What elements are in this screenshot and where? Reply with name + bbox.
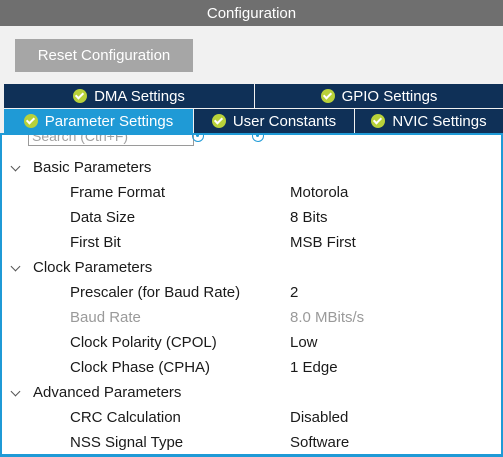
search-next-icon[interactable] <box>252 135 264 142</box>
param-value[interactable]: Motorola <box>290 180 348 205</box>
param-name: CRC Calculation <box>70 409 181 426</box>
param-name: NSS Signal Type <box>70 434 184 451</box>
param-name: Prescaler (for Baud Rate) <box>70 284 241 301</box>
group-label: Advanced Parameters <box>33 384 182 401</box>
search-prev-icon[interactable] <box>192 135 204 142</box>
tab-parameter-settings[interactable]: Parameter Settings <box>4 109 193 133</box>
search-bar <box>0 135 503 153</box>
group-basic-parameters[interactable]: Basic Parameters <box>0 155 503 180</box>
check-icon <box>320 89 335 103</box>
param-row[interactable]: First Bit MSB First <box>0 230 503 255</box>
param-name: Clock Polarity (CPOL) <box>70 334 217 351</box>
param-value[interactable]: Disabled <box>290 405 348 430</box>
param-value: 8.0 MBits/s <box>290 309 365 326</box>
tab-label: DMA Settings <box>94 88 185 105</box>
param-value[interactable]: Software <box>290 430 349 455</box>
group-label: Clock Parameters <box>33 259 153 276</box>
check-icon <box>211 114 226 128</box>
tab-label: GPIO Settings <box>341 88 438 105</box>
param-value[interactable]: 2 <box>290 280 298 305</box>
param-row[interactable]: Frame Format Motorola <box>0 180 503 205</box>
tab-user-constants[interactable]: User Constants <box>194 109 354 133</box>
param-name: Baud Rate <box>70 309 141 326</box>
param-value[interactable]: MSB First <box>290 230 356 255</box>
chevron-down-icon[interactable] <box>10 261 21 272</box>
reset-configuration-button[interactable]: Reset Configuration <box>15 39 193 72</box>
panel-title: Configuration <box>0 0 503 26</box>
tab-label: Parameter Settings <box>44 113 174 130</box>
param-row[interactable]: Clock Polarity (CPOL) Low <box>0 330 503 355</box>
param-name: Clock Phase (CPHA) <box>70 359 211 376</box>
panel-left-border <box>0 135 2 457</box>
param-name: Data Size <box>70 209 136 226</box>
tab-gpio-settings[interactable]: GPIO Settings <box>255 84 503 108</box>
param-row[interactable]: NSS Signal Type Software <box>0 430 503 455</box>
tab-label: User Constants <box>232 113 337 130</box>
param-row[interactable]: Clock Phase (CPHA) 1 Edge <box>0 355 503 380</box>
param-value[interactable]: Low <box>290 330 318 355</box>
param-value[interactable]: 8 Bits <box>290 205 328 230</box>
tab-label: NVIC Settings <box>392 113 487 130</box>
param-value[interactable]: 1 Edge <box>290 355 338 380</box>
group-advanced-parameters[interactable]: Advanced Parameters <box>0 380 503 405</box>
check-icon <box>23 114 38 128</box>
check-icon <box>371 114 386 128</box>
param-row: Baud Rate 8.0 MBits/s <box>0 305 503 330</box>
group-label: Basic Parameters <box>33 159 152 176</box>
group-clock-parameters[interactable]: Clock Parameters <box>0 255 503 280</box>
search-input[interactable] <box>28 135 194 146</box>
check-icon <box>73 89 88 103</box>
param-row[interactable]: Data Size 8 Bits <box>0 205 503 230</box>
param-name: First Bit <box>70 234 121 251</box>
param-row[interactable]: CRC Calculation Disabled <box>0 405 503 430</box>
param-name: Frame Format <box>70 184 166 201</box>
param-row[interactable]: Prescaler (for Baud Rate) 2 <box>0 280 503 305</box>
chevron-down-icon[interactable] <box>10 161 21 172</box>
tab-nvic-settings[interactable]: NVIC Settings <box>355 109 503 133</box>
chevron-down-icon[interactable] <box>10 386 21 397</box>
tab-dma-settings[interactable]: DMA Settings <box>4 84 254 108</box>
settings-tabs: DMA Settings GPIO Settings Parameter Set… <box>0 84 503 134</box>
